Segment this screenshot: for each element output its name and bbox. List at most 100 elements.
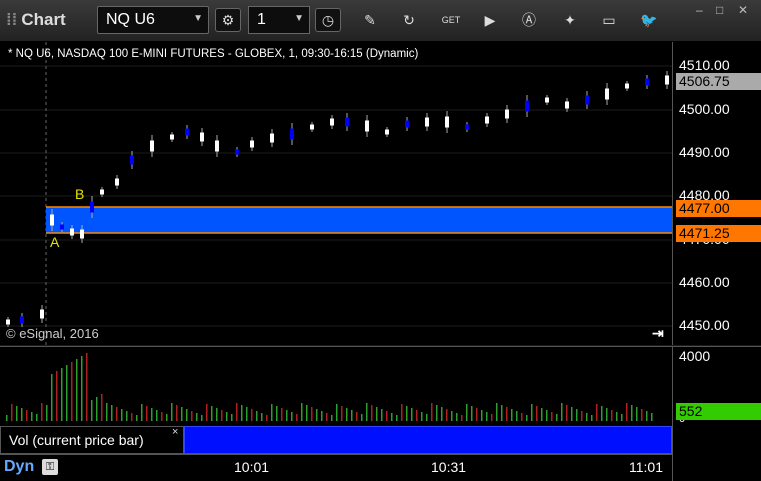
settings-icon: ⚙ (221, 11, 235, 28)
close-icon[interactable]: × (172, 426, 178, 438)
volume-bar (551, 412, 553, 421)
minimize-button[interactable]: – (696, 3, 703, 17)
volume-bar (341, 406, 343, 421)
price-axis[interactable]: 4510.00 4500.00 4490.00 4480.00 4470.00 … (672, 42, 761, 345)
refresh-icon: ↻ (403, 11, 415, 28)
axis-corner (672, 426, 761, 481)
comment-button[interactable]: ▭ (596, 8, 622, 32)
volume-chart (6, 353, 653, 421)
volume-bar (301, 403, 303, 421)
volume-bar (606, 408, 608, 421)
volume-bar (616, 412, 618, 421)
refresh-button[interactable]: ↻ (396, 8, 422, 32)
price-pane[interactable]: * NQ U6, NASDAQ 100 E-MINI FUTURES - GLO… (0, 42, 672, 345)
chevron-down-icon[interactable]: ▼ (193, 13, 203, 24)
volume-bar (516, 411, 518, 421)
chart-description: * NQ U6, NASDAQ 100 E-MINI FUTURES - GLO… (8, 48, 419, 60)
grip-icon: ⁞⁞ (6, 10, 18, 29)
scroll-to-end-icon[interactable]: ⇥ (652, 325, 664, 342)
candle-body (345, 117, 349, 127)
volume-bar (561, 403, 563, 421)
window-title-text: Chart (21, 10, 66, 29)
tools-button[interactable]: ✦ (557, 8, 583, 32)
volume-bar (21, 408, 23, 421)
volume-bar (141, 404, 143, 421)
alert-button[interactable]: Ⓐ (516, 8, 542, 32)
candle-body (235, 149, 239, 155)
volume-bar (641, 409, 643, 421)
volume-bar (376, 407, 378, 421)
volume-bar (151, 408, 153, 421)
comment-icon: ▭ (602, 11, 616, 28)
lock-icon[interactable]: ⚿ (42, 459, 58, 475)
tools-icon: ✦ (564, 11, 576, 28)
chevron-down-icon[interactable]: ▼ (294, 13, 304, 24)
time-tick: 10:01 (234, 459, 270, 475)
time-button[interactable]: ◷ (315, 8, 341, 32)
candle-body (405, 120, 409, 128)
volume-bar (71, 362, 73, 421)
candle-body (130, 155, 134, 165)
volume-bar (66, 365, 68, 421)
candle-body (250, 140, 254, 148)
time-axis[interactable]: Dyn ⚿ 10:01 10:31 11:01 (0, 454, 672, 481)
price-tick: 4450.00 (679, 317, 730, 333)
price-tick: 4460.00 (679, 274, 730, 290)
volume-bar (441, 407, 443, 421)
volume-bar (106, 403, 108, 421)
play-button[interactable]: ▶ (477, 8, 503, 32)
volume-bar (541, 408, 543, 421)
twitter-button[interactable]: 🐦 (636, 8, 662, 32)
clock-icon: ◷ (321, 11, 335, 28)
candle-body (310, 124, 314, 130)
candle-body (665, 75, 669, 85)
candle-body (50, 214, 54, 226)
volume-bar (196, 413, 198, 421)
volume-bar (526, 415, 528, 421)
volume-bar (426, 414, 428, 421)
chart-toolbar: ⁞⁞ Chart NQ U6 ▼ ⚙ 1 ▼ ◷ ✎ ↻ GET ▶ Ⓐ ✦ ▭ … (0, 0, 761, 42)
volume-bar (396, 415, 398, 421)
point-b-label: B (75, 186, 85, 202)
volume-bar (126, 411, 128, 421)
volume-bar (466, 404, 468, 421)
volume-pane[interactable] (0, 346, 672, 426)
time-tick: 11:01 (629, 459, 663, 475)
volume-bar (31, 412, 33, 421)
volume-bar (86, 353, 88, 421)
close-button[interactable]: ✕ (738, 3, 748, 17)
volume-bar (51, 374, 53, 421)
settings-button[interactable]: ⚙ (215, 8, 241, 32)
candle-body (565, 101, 569, 109)
draw-button[interactable]: ✎ (357, 8, 383, 32)
candle-body (215, 140, 219, 152)
restore-button[interactable]: □ (716, 3, 723, 17)
get-button[interactable]: GET (438, 8, 464, 32)
symbol-input[interactable]: NQ U6 ▼ (97, 6, 209, 34)
volume-axis[interactable]: 4000 0 552 (672, 346, 761, 426)
window-title[interactable]: ⁞⁞ Chart (6, 10, 66, 30)
volume-bar (436, 405, 438, 421)
volume-bar (206, 404, 208, 421)
volume-bar (146, 406, 148, 421)
volume-bar (401, 404, 403, 421)
zone-upper-label: 4477.00 (676, 200, 761, 217)
volume-bar (176, 405, 178, 421)
volume-bar (81, 356, 83, 421)
candle-body (385, 129, 389, 135)
candle-body (60, 224, 64, 230)
volume-bar (91, 400, 93, 421)
volume-bar (76, 359, 78, 421)
dynamic-mode-label[interactable]: Dyn (4, 458, 34, 476)
volume-bar (566, 405, 568, 421)
candle-body (545, 97, 549, 103)
volume-legend[interactable]: Vol (current price bar) (0, 426, 184, 454)
get-icon: GET (441, 15, 461, 25)
volume-tick: 4000 (679, 348, 711, 364)
price-tick: 4510.00 (679, 57, 730, 73)
volume-bar (291, 412, 293, 421)
candle-body (115, 178, 119, 186)
candle-body (170, 134, 174, 140)
candle-body (80, 229, 84, 239)
interval-input[interactable]: 1 ▼ (248, 6, 310, 34)
